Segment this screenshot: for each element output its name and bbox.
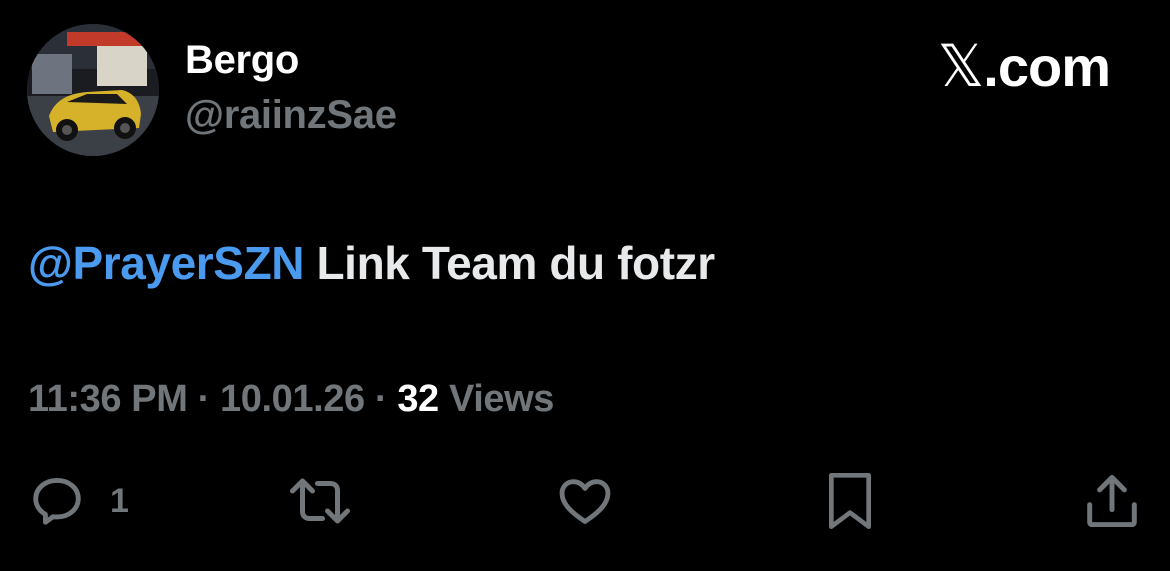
meta-separator: · [187, 378, 221, 420]
reply-count: 1 [110, 481, 129, 520]
tweet-text: @PrayerSZN Link Team du fotzr [28, 236, 715, 290]
reply-button[interactable]: 1 [28, 470, 129, 532]
tweet-meta: 11:36 PM · 10.01.26 · 32 Views [28, 378, 554, 421]
avatar-car-photo [27, 24, 159, 156]
share-button[interactable] [1082, 470, 1142, 532]
author-display-name[interactable]: Bergo [185, 38, 299, 83]
author-handle[interactable]: @raiinzSae [185, 93, 397, 138]
bookmark-button[interactable] [822, 470, 878, 532]
views-count: 32 [397, 378, 439, 420]
like-button[interactable] [555, 470, 615, 532]
reply-icon [33, 478, 81, 525]
tweet-date[interactable]: 10.01.26 [220, 378, 365, 420]
views-label: Views [438, 378, 554, 420]
brand-logo: 𝕏.com [937, 32, 1111, 100]
share-icon [1087, 474, 1137, 528]
retweet-button[interactable] [285, 470, 355, 532]
avatar[interactable] [27, 24, 159, 156]
tweet-time[interactable]: 11:36 PM [28, 378, 188, 420]
tweet-card: Bergo @raiinzSae 𝕏.com @PrayerSZN Link T… [0, 0, 1170, 571]
brand-label: .com [983, 35, 1111, 98]
mention-link[interactable]: @PrayerSZN [28, 237, 304, 289]
bookmark-icon [829, 473, 871, 530]
meta-separator: · [364, 378, 398, 420]
like-icon [559, 479, 611, 524]
x-logo-icon: 𝕏 [937, 32, 985, 100]
tweet-body: Link Team du fotzr [316, 237, 715, 289]
retweet-icon [290, 478, 350, 524]
